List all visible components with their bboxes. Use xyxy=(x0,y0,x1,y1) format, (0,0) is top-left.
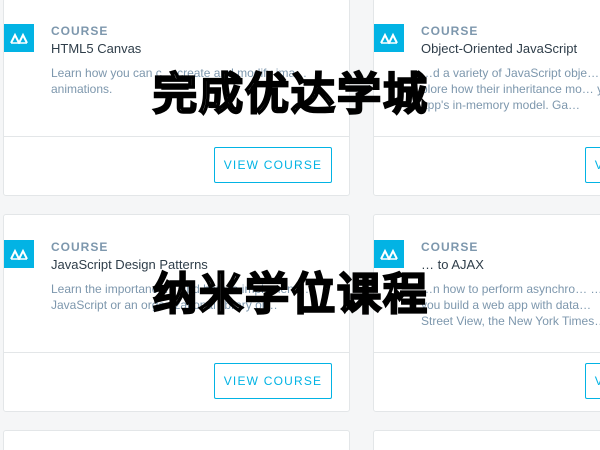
course-card-intro-to-ajax[interactable]: COURSE … to AJAX …n how to perform async… xyxy=(373,214,600,412)
udacity-logo-icon xyxy=(374,24,404,52)
course-kicker: COURSE xyxy=(51,24,109,38)
course-card-partial[interactable] xyxy=(373,430,600,450)
course-kicker: COURSE xyxy=(51,240,109,254)
course-description: …d a variety of JavaScript obje… …plore … xyxy=(421,66,600,112)
card-divider xyxy=(4,136,349,137)
card-divider xyxy=(374,136,600,137)
course-catalog: COURSE HTML5 Canvas Learn how you can c…… xyxy=(0,0,600,450)
view-course-button[interactable]: VIEW COURSE xyxy=(214,147,332,183)
card-divider xyxy=(374,352,600,353)
course-title[interactable]: Object-Oriented JavaScript xyxy=(421,41,577,56)
course-card-partial[interactable] xyxy=(3,430,350,450)
course-description: Learn how you can c… create and modify i… xyxy=(51,66,308,96)
course-description: …n how to perform asynchro… …as you buil… xyxy=(421,282,600,328)
udacity-logo-icon xyxy=(374,240,404,268)
course-kicker: COURSE xyxy=(421,240,479,254)
udacity-logo-icon xyxy=(4,240,34,268)
course-title[interactable]: HTML5 Canvas xyxy=(51,41,141,56)
view-course-button[interactable]: VIEW COURSE xyxy=(585,363,600,399)
course-card-javascript-design-patterns[interactable]: COURSE JavaScript Design Patterns Learn … xyxy=(3,214,350,412)
course-card-html5-canvas[interactable]: COURSE HTML5 Canvas Learn how you can c…… xyxy=(3,0,350,196)
view-course-button[interactable]: VIEW COURSE xyxy=(214,363,332,399)
card-divider xyxy=(4,352,349,353)
view-course-button[interactable]: VIEW COURSE xyxy=(585,147,600,183)
course-card-object-oriented-javascript[interactable]: COURSE Object-Oriented JavaScript …d a v… xyxy=(373,0,600,196)
udacity-logo-icon xyxy=(4,24,34,52)
course-title[interactable]: JavaScript Design Patterns xyxy=(51,257,208,272)
course-description: Learn the importance… and how to impleme… xyxy=(51,282,310,312)
course-title[interactable]: … to AJAX xyxy=(421,257,484,272)
course-kicker: COURSE xyxy=(421,24,479,38)
